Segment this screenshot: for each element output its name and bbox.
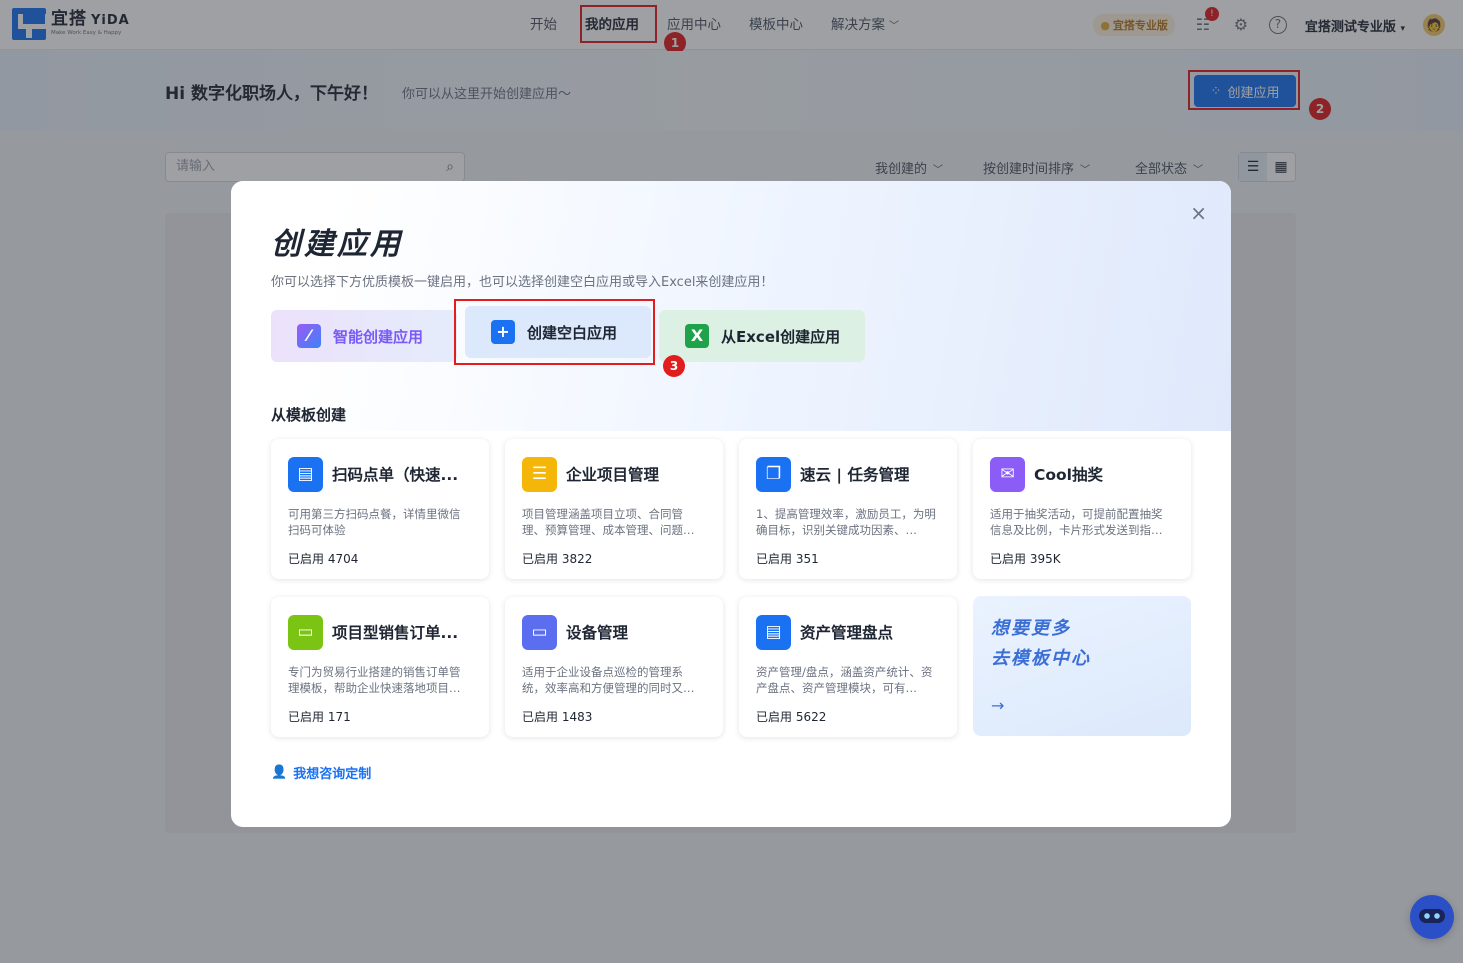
template-icon: ❐ <box>756 456 791 492</box>
template-title: 项目型销售订单... <box>332 624 459 642</box>
template-description: 专门为贸易行业搭建的销售订单管理模板，帮助企业快速落地项目… <box>288 665 461 695</box>
template-description: 资产管理/盘点，涵盖资产统计、资产盘点、资产管理模块，可有… <box>756 665 933 695</box>
excel-create-app-label: 从Excel创建应用 <box>721 327 841 346</box>
user-consult-icon: 👤 <box>271 765 288 780</box>
template-icon: ✉ <box>990 456 1025 492</box>
excel-create-app-option[interactable]: X 从Excel创建应用 <box>659 310 865 362</box>
template-title: 企业项目管理 <box>566 466 660 484</box>
template-description: 1、提高管理效率，激励员工，为明确目标，识别关键成功因素、… <box>756 507 936 537</box>
ai-create-app-option[interactable]: ⁄ 智能创建应用 <box>271 310 457 362</box>
template-icon: ▤ <box>756 614 791 650</box>
template-card[interactable]: ✉ Cool抽奖适用于抽奖活动，可提前配置抽奖信息及比例，卡片形式发送到指… 已启用… <box>973 439 1191 579</box>
template-card[interactable]: ▤ 资产管理盘点资产管理/盘点，涵盖资产统计、资产盘点、资产管理模块，可有… 已启用… <box>739 597 957 737</box>
template-card[interactable]: ☰ 企业项目管理项目管理涵盖项目立项、合同管理、预算管理、成本管理、问题… 已启用 … <box>505 439 723 579</box>
close-icon[interactable]: × <box>1190 201 1207 225</box>
template-title: 设备管理 <box>566 624 629 642</box>
template-description: 适用于企业设备点巡检的管理系统，效率高和方便管理的同时又… <box>522 665 695 695</box>
template-usage-count: 已启用 171 <box>288 710 351 724</box>
template-description: 项目管理涵盖项目立项、合同管理、预算管理、成本管理、问题… <box>522 507 695 537</box>
template-icon: ▭ <box>288 614 323 650</box>
template-usage-count: 已启用 395K <box>990 552 1061 566</box>
template-usage-count: 已启用 1483 <box>522 710 593 724</box>
template-card[interactable]: ▭ 项目型销售订单... 专门为贸易行业搭建的销售订单管理模板，帮助企业快速落地项目… <box>271 597 489 737</box>
excel-icon: X <box>685 324 709 348</box>
step-marker-3: 3 <box>663 355 685 377</box>
magic-wand-icon: ⁄ <box>297 324 321 348</box>
template-usage-count: 已启用 3822 <box>522 552 593 566</box>
template-card[interactable]: ▤ 扫码点单（快速... 可用第三方扫码点餐，详情里微信扫码可体验已启用 4704 <box>271 439 489 579</box>
template-section-title: 从模板创建 <box>271 406 347 424</box>
assistant-bot-icon[interactable] <box>1410 895 1454 939</box>
template-card[interactable]: ❐ 速云 | 任务管理 1、提高管理效率，激励员工，为明确目标，识别关键成功因素、…… <box>739 439 957 579</box>
more-templates-line2: 去模板中心 <box>991 648 1091 669</box>
template-title: 扫码点单（快速... <box>332 466 459 484</box>
template-icon: ▭ <box>522 614 557 650</box>
arrow-right-icon: → <box>991 696 1005 715</box>
consult-custom-link[interactable]: 👤 我想咨询定制 <box>271 763 371 782</box>
template-title: Cool抽奖 <box>1034 466 1103 484</box>
template-title: 速云 | 任务管理 <box>800 466 910 484</box>
template-usage-count: 已启用 351 <box>756 552 819 566</box>
template-title: 资产管理盘点 <box>800 624 894 642</box>
consult-custom-label: 我想咨询定制 <box>293 767 372 782</box>
ai-create-app-label: 智能创建应用 <box>333 327 424 346</box>
template-card[interactable]: ▭ 设备管理适用于企业设备点巡检的管理系统，效率高和方便管理的同时又… 已启用 14… <box>505 597 723 737</box>
template-icon: ☰ <box>522 456 557 492</box>
template-usage-count: 已启用 5622 <box>756 710 827 724</box>
template-description: 可用第三方扫码点餐，详情里微信扫码可体验 <box>288 507 461 537</box>
create-app-dialog: × 创建应用 你可以选择下方优质模板一键启用，也可以选择创建空白应用或导入Exc… <box>231 181 1231 827</box>
more-templates-card[interactable]: 想要更多 去模板中心 → <box>973 596 1191 736</box>
more-templates-line1: 想要更多 <box>991 618 1071 639</box>
highlight-box-blank-app <box>454 299 655 365</box>
dialog-title: 创建应用 <box>271 227 403 262</box>
template-usage-count: 已启用 4704 <box>288 552 359 566</box>
template-description: 适用于抽奖活动，可提前配置抽奖信息及比例，卡片形式发送到指… <box>990 507 1163 537</box>
template-icon: ▤ <box>288 456 323 492</box>
dialog-subtitle: 你可以选择下方优质模板一键启用，也可以选择创建空白应用或导入Excel来创建应用… <box>271 275 774 290</box>
